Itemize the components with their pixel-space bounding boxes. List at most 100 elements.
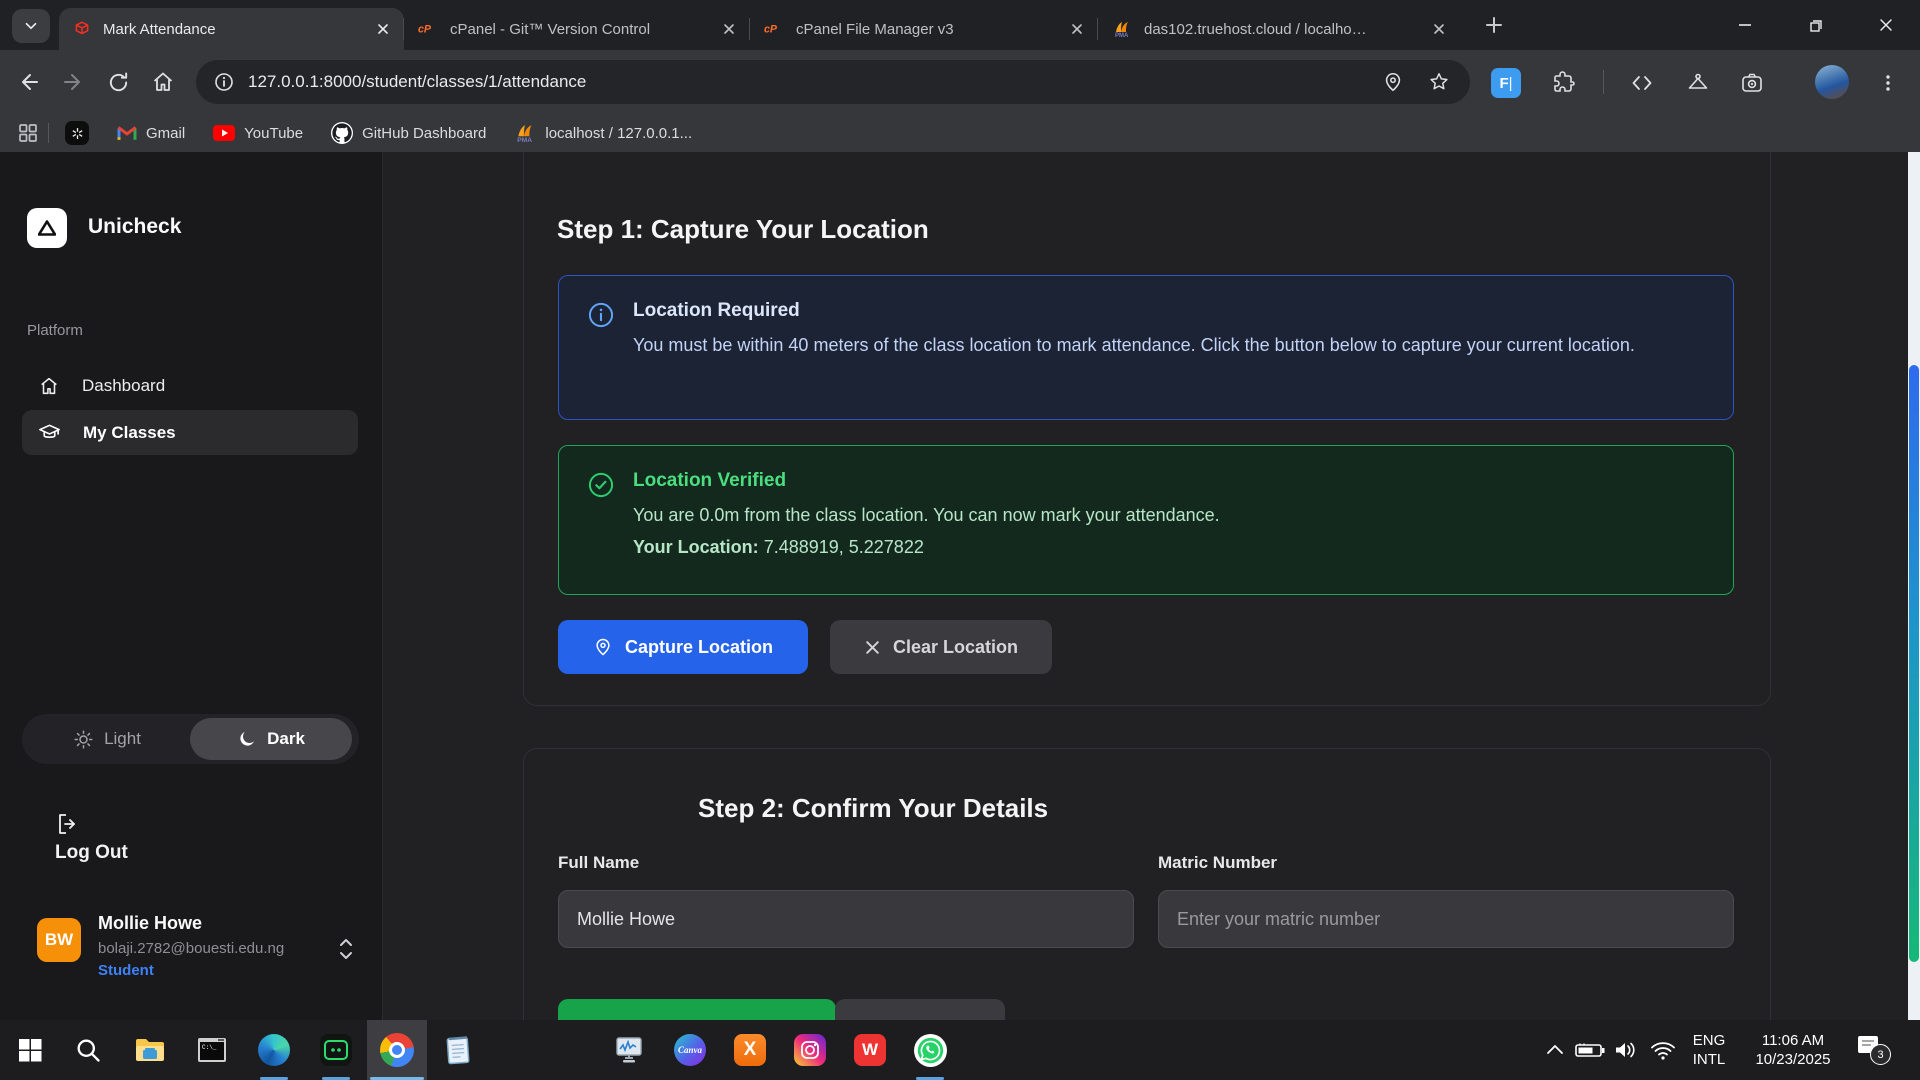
- capture-location-button[interactable]: Capture Location: [558, 620, 808, 674]
- command-prompt-button[interactable]: C:\_: [188, 1026, 236, 1074]
- user-role-link[interactable]: Student: [98, 962, 154, 979]
- bookmark-label: YouTube: [244, 125, 303, 142]
- clock-date: 10/23/2025: [1738, 1050, 1848, 1069]
- tab-title: cPanel - Git™ Version Control: [450, 21, 712, 38]
- green-terminal-app-button[interactable]: [312, 1026, 360, 1074]
- log-out-label[interactable]: Log Out: [55, 842, 128, 864]
- url-text[interactable]: 127.0.0.1:8000/student/classes/1/attenda…: [248, 72, 1382, 92]
- full-name-label: Full Name: [558, 853, 639, 873]
- address-bar[interactable]: 127.0.0.1:8000/student/classes/1/attenda…: [196, 60, 1470, 104]
- canva-button[interactable]: Canva: [666, 1026, 714, 1074]
- xampp-button[interactable]: X: [726, 1026, 774, 1074]
- tab-close-icon[interactable]: [722, 22, 736, 36]
- tab-title: cPanel File Manager v3: [796, 21, 1060, 38]
- window-close-button[interactable]: [1854, 0, 1918, 50]
- browser-tab-mark-attendance[interactable]: Mark Attendance: [59, 8, 404, 50]
- reload-icon: [107, 71, 130, 94]
- location-pin-icon: [593, 637, 613, 657]
- wps-office-button[interactable]: W: [846, 1026, 894, 1074]
- scrollbar-thumb[interactable]: [1909, 365, 1919, 962]
- tab-close-icon[interactable]: [1070, 22, 1084, 36]
- reload-button[interactable]: [103, 67, 133, 97]
- window-restore-button[interactable]: [1784, 0, 1848, 50]
- whatsapp-button[interactable]: [906, 1026, 954, 1074]
- new-tab-button[interactable]: [1482, 13, 1506, 37]
- extensions-puzzle-icon[interactable]: [1548, 67, 1580, 99]
- window-minimize-button[interactable]: [1713, 0, 1777, 50]
- chrome-icon: [380, 1033, 414, 1067]
- tray-clock[interactable]: 11:06 AM 10/23/2025: [1738, 1031, 1848, 1069]
- battery-icon[interactable]: [1575, 1043, 1605, 1058]
- theme-option-dark[interactable]: Dark: [190, 718, 352, 760]
- github-icon: [331, 122, 353, 144]
- laravel-favicon-icon: [73, 20, 91, 38]
- tray-chevron-up-icon[interactable]: [1545, 1042, 1565, 1056]
- bookmark-star-icon[interactable]: [1428, 71, 1450, 93]
- tab-close-icon[interactable]: [1432, 22, 1446, 36]
- clear-location-button[interactable]: Clear Location: [830, 620, 1052, 674]
- matric-number-label: Matric Number: [1158, 853, 1277, 873]
- home-icon: [38, 375, 60, 397]
- instagram-button[interactable]: [786, 1026, 834, 1074]
- profile-avatar[interactable]: [1815, 65, 1849, 99]
- code-extension-icon[interactable]: [1626, 67, 1658, 99]
- full-name-input[interactable]: [558, 890, 1134, 948]
- bookmark-chatgpt[interactable]: [65, 121, 89, 145]
- clock-time: 11:06 AM: [1738, 1031, 1848, 1050]
- bookmark-youtube[interactable]: YouTube: [213, 125, 303, 142]
- browser-tab-cpanel-git[interactable]: cP cPanel - Git™ Version Control: [404, 8, 750, 50]
- location-pin-icon[interactable]: [1382, 71, 1404, 93]
- user-avatar[interactable]: BW: [37, 918, 81, 962]
- browser-menu-kebab-icon[interactable]: [1872, 67, 1904, 99]
- theme-option-light[interactable]: Light: [32, 714, 182, 764]
- secondary-button[interactable]: [835, 999, 1005, 1020]
- back-button[interactable]: [15, 67, 45, 97]
- apps-grid-icon[interactable]: [18, 123, 38, 143]
- location-verified-alert: Location Verified You are 0.0m from the …: [558, 445, 1734, 595]
- file-explorer-button[interactable]: [126, 1026, 174, 1074]
- matric-number-input[interactable]: [1158, 890, 1734, 948]
- sidebar-item-dashboard[interactable]: Dashboard: [22, 364, 358, 408]
- screenshot-extension-icon[interactable]: [1736, 67, 1768, 99]
- browser-toolbar: 127.0.0.1:8000/student/classes/1/attenda…: [0, 50, 1920, 114]
- attendance-main: Step 1: Capture Your Location Location R…: [383, 152, 1908, 1020]
- chrome-button[interactable]: [367, 1020, 427, 1080]
- submit-attendance-button[interactable]: [558, 999, 836, 1020]
- notifications-button[interactable]: 3: [1856, 1034, 1882, 1058]
- bookmark-github[interactable]: GitHub Dashboard: [331, 122, 486, 144]
- whatsapp-icon: [914, 1034, 947, 1067]
- alert-title: Location Verified: [633, 470, 1703, 492]
- web-page-viewport: Unicheck Platform Dashboard My Classes L…: [0, 152, 1920, 1020]
- xampp-icon: X: [734, 1034, 766, 1066]
- taskbar-search-button[interactable]: [64, 1026, 112, 1074]
- bookmark-gmail[interactable]: Gmail: [117, 125, 185, 142]
- tray-language[interactable]: ENG INTL: [1686, 1031, 1732, 1069]
- avatar-initials: BW: [45, 930, 73, 950]
- page-info-icon[interactable]: [214, 72, 234, 92]
- theme-toggle: Light Dark: [22, 714, 359, 764]
- step2-title: Step 2: Confirm Your Details: [698, 793, 1048, 824]
- sidebar-item-label: My Classes: [83, 423, 176, 443]
- edge-button[interactable]: [250, 1026, 298, 1074]
- youtube-icon: [213, 125, 235, 141]
- notepad-button[interactable]: [434, 1026, 482, 1074]
- browser-tab-phpmyadmin[interactable]: PMA das102.truehost.cloud / localho…: [1098, 8, 1460, 50]
- browser-tab-cpanel-files[interactable]: cP cPanel File Manager v3: [750, 8, 1098, 50]
- log-out-button[interactable]: [55, 812, 79, 836]
- extension-fi-icon[interactable]: F|: [1490, 67, 1522, 99]
- page-scrollbar[interactable]: [1908, 152, 1920, 1020]
- volume-icon[interactable]: [1613, 1040, 1637, 1060]
- start-button[interactable]: [6, 1026, 54, 1074]
- bookmark-label: Gmail: [146, 125, 185, 142]
- user-menu-button[interactable]: [336, 936, 356, 962]
- tab-close-icon[interactable]: [376, 22, 390, 36]
- hanger-extension-icon[interactable]: [1682, 67, 1714, 99]
- unicheck-logo[interactable]: [27, 208, 67, 248]
- wifi-icon[interactable]: [1650, 1041, 1676, 1060]
- sidebar-item-my-classes[interactable]: My Classes: [22, 410, 358, 455]
- bookmark-localhost-phpmyadmin[interactable]: PMA localhost / 127.0.0.1...: [514, 123, 692, 143]
- home-button[interactable]: [148, 67, 178, 97]
- forward-button[interactable]: [57, 67, 87, 97]
- resource-monitor-button[interactable]: [606, 1026, 654, 1074]
- tab-search-button[interactable]: [12, 9, 50, 43]
